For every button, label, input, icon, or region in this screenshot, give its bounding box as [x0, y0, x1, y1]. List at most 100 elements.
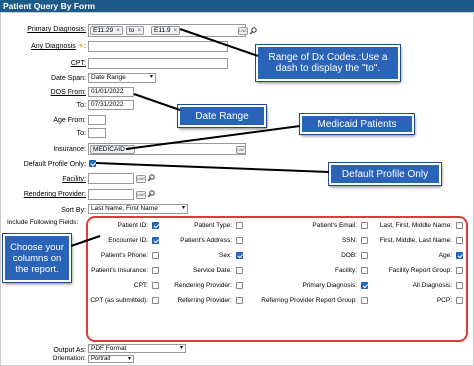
orientation-select[interactable]: Portrait: [88, 355, 134, 363]
facility-search-icon[interactable]: [147, 174, 155, 182]
callout-columns: Choose your columns on the report.: [3, 234, 71, 282]
cpt-label: CPT:: [70, 60, 86, 67]
remove-insurance-icon[interactable]: ×: [128, 146, 132, 153]
field-label: Referring Provider Report Group:: [261, 297, 357, 304]
remove-to-word-icon[interactable]: ×: [137, 27, 141, 34]
field-label: All Diagnosis:: [412, 282, 452, 289]
rendering-provider-field[interactable]: [88, 189, 134, 200]
field-label: Patient's Email:: [312, 222, 357, 229]
insurance-chip[interactable]: MEDICAID ×: [90, 145, 135, 154]
field-label: Primary Diagnosis:: [302, 282, 357, 289]
field-checkbox[interactable]: [152, 252, 159, 259]
field-checkbox[interactable]: [236, 297, 243, 304]
field-checkbox[interactable]: [152, 267, 159, 274]
field-checkbox[interactable]: [456, 252, 463, 259]
field-checkbox[interactable]: [152, 282, 159, 289]
field-label: Sex:: [218, 252, 232, 259]
dos-from-input[interactable]: 01/01/2022: [88, 87, 134, 97]
field-label: CPT (as submitted):: [90, 297, 148, 304]
field-checkbox[interactable]: [361, 222, 368, 229]
include-fields-group: [86, 216, 468, 342]
primary-diagnosis-label: Primary Diagnosis:: [27, 26, 86, 33]
remove-dx-to-icon[interactable]: ×: [174, 27, 178, 34]
field-checkbox[interactable]: [152, 237, 159, 244]
field-checkbox[interactable]: [236, 282, 243, 289]
dx-to-value: E11.9: [154, 27, 171, 34]
field-checkbox[interactable]: [456, 222, 463, 229]
field-label: Patient ID:: [117, 222, 148, 229]
field-label: CPT:: [133, 282, 148, 289]
field-label: SSN:: [341, 237, 357, 244]
page-title: Patient Query By Form: [0, 0, 474, 12]
field-label: DOB:: [341, 252, 357, 259]
field-label: Referring Provider:: [177, 297, 232, 304]
field-label: Facility:: [334, 267, 357, 274]
default-profile-checkbox[interactable]: [89, 160, 96, 167]
field-checkbox[interactable]: [361, 252, 368, 259]
field-checkbox[interactable]: [152, 222, 159, 229]
dos-to-label: To:: [76, 102, 86, 109]
field-label: Patient's Address:: [180, 237, 232, 244]
insurance-value: MEDICAID: [93, 146, 125, 153]
provider-search-icon[interactable]: [147, 190, 155, 198]
age-from-input[interactable]: [88, 115, 106, 125]
rendering-provider-label: Rendering Provider:: [23, 191, 86, 198]
field-checkbox[interactable]: [456, 267, 463, 274]
facility-label: Facility:: [62, 176, 86, 183]
field-checkbox[interactable]: [361, 282, 368, 289]
field-label: Encounter ID:: [108, 237, 148, 244]
any-diagnosis-field[interactable]: [88, 41, 228, 52]
default-profile-label: Default Profile Only:: [23, 161, 86, 168]
field-checkbox[interactable]: [236, 237, 243, 244]
age-to-input[interactable]: [88, 128, 106, 138]
dos-to-input[interactable]: 07/31/2022: [88, 100, 134, 110]
include-fields-label: Include Following Fields:: [7, 219, 79, 226]
lnk-icon[interactable]: LNK: [238, 27, 248, 35]
field-checkbox[interactable]: [361, 237, 368, 244]
field-label: PCP:: [436, 297, 452, 304]
field-label: Facility Report Group:: [388, 267, 452, 274]
sort-by-label: Sort By:: [61, 207, 86, 214]
field-checkbox[interactable]: [236, 267, 243, 274]
sort-by-select[interactable]: Last Name, First Name: [88, 204, 188, 214]
facility-field[interactable]: [88, 173, 134, 184]
field-checkbox[interactable]: [236, 252, 243, 259]
remove-dx-from-icon[interactable]: ×: [116, 27, 120, 34]
field-label: First, Middle, Last Name:: [379, 237, 452, 244]
field-label: Rendering Provider:: [174, 282, 232, 289]
field-checkbox[interactable]: [236, 222, 243, 229]
dx-to-word: to: [129, 27, 135, 34]
field-checkbox[interactable]: [456, 237, 463, 244]
dos-from-label: DOS From:: [50, 89, 86, 96]
field-label: Service Date:: [192, 267, 232, 274]
callout-default-profile: Default Profile Only: [329, 163, 441, 185]
field-label: Last, First, Middle Name:: [379, 222, 452, 229]
lnk-insurance-icon[interactable]: LNK: [236, 146, 246, 154]
field-checkbox[interactable]: [152, 297, 159, 304]
field-label: Age:: [438, 252, 452, 259]
orientation-label: Orientation:: [52, 355, 86, 362]
field-checkbox[interactable]: [361, 297, 368, 304]
field-label: Patient Type:: [194, 222, 232, 229]
date-span-select[interactable]: Date Range: [88, 73, 156, 83]
any-diagnosis-label: Any Diagnosis ☀:: [31, 43, 86, 50]
field-label: Patient's Phone:: [100, 252, 148, 259]
output-as-select[interactable]: PDF Format: [88, 344, 186, 353]
dx-to-word-chip: to ×: [126, 26, 145, 35]
dx-from-chip[interactable]: E11.29 ×: [90, 26, 123, 35]
callout-medicaid: Medicaid Patients: [300, 114, 414, 134]
cpt-field[interactable]: [88, 58, 228, 69]
dx-to-chip[interactable]: E11.9 ×: [151, 26, 181, 35]
output-as-label: Output As:: [53, 347, 86, 354]
callout-dx-range: Range of Dx Codes.:Use a dash to display…: [256, 45, 400, 81]
field-checkbox[interactable]: [456, 297, 463, 304]
field-checkbox[interactable]: [456, 282, 463, 289]
lnk-facility-icon[interactable]: LNK: [136, 175, 146, 183]
search-icon[interactable]: [249, 27, 257, 35]
lnk-provider-icon[interactable]: LNK: [136, 191, 146, 199]
field-label: Patient's Insurance:: [91, 267, 148, 274]
callout-date-range: Date Range: [178, 105, 266, 127]
age-from-label: Age From:: [53, 117, 86, 124]
field-checkbox[interactable]: [361, 267, 368, 274]
dx-from-value: E11.29: [93, 27, 114, 34]
